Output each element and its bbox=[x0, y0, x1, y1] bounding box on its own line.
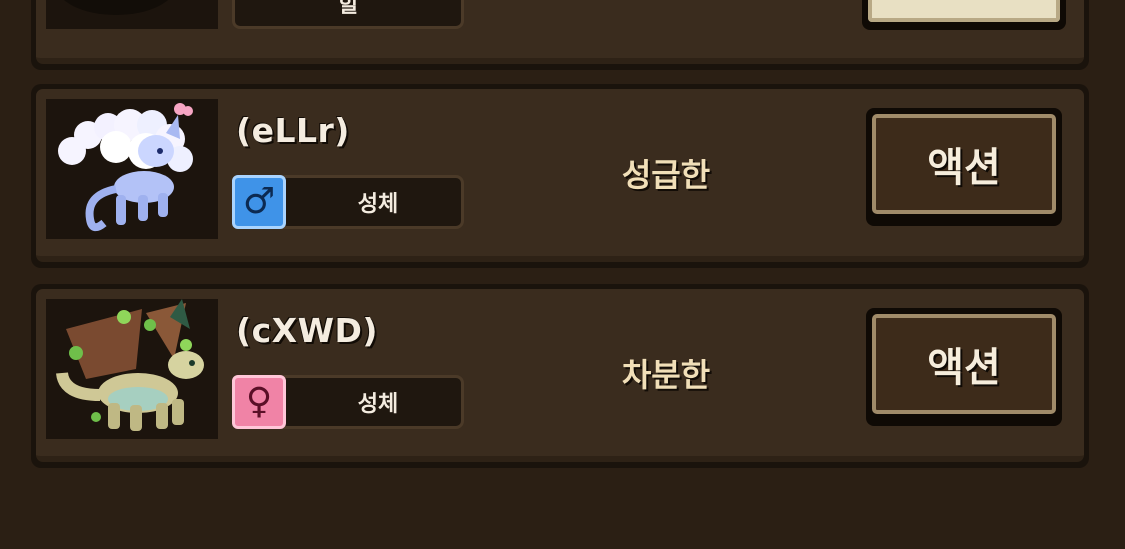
creature-portrait bbox=[46, 299, 218, 439]
personality-label: 성급한 bbox=[621, 155, 711, 194]
gender-glyph: ♀ bbox=[245, 381, 273, 422]
creature-portrait bbox=[46, 99, 218, 239]
trait-label: 힐 bbox=[337, 0, 359, 18]
top-action-button[interactable] bbox=[862, 0, 1066, 30]
cloud-cat-creature-icon bbox=[58, 103, 193, 232]
action-button-label: 액션 bbox=[872, 314, 1056, 414]
forest-dragon-creature-icon bbox=[56, 299, 204, 431]
personality-label: 차분한 bbox=[621, 355, 711, 394]
creature-name: (eLLr) bbox=[236, 111, 350, 150]
trait-box: ♂ 성체 bbox=[232, 175, 464, 229]
female-symbol-icon: ♀ bbox=[232, 375, 286, 429]
trait-box: ♀ 성체 bbox=[232, 375, 464, 429]
action-button-label: 액션 bbox=[872, 114, 1056, 214]
action-button[interactable]: 액션 bbox=[866, 308, 1062, 426]
trait-label: 성체 bbox=[357, 192, 399, 217]
action-button[interactable]: 액션 bbox=[866, 108, 1062, 226]
creature-name: (cXWD) bbox=[236, 311, 378, 350]
male-symbol-icon: ♂ bbox=[232, 175, 286, 229]
creature-card: (eLLr) ♂ 성체 성급한 액션 bbox=[31, 84, 1089, 268]
trait-label: 성체 bbox=[357, 392, 399, 417]
gender-glyph: ♂ bbox=[242, 181, 276, 222]
creature-portrait bbox=[46, 0, 218, 29]
trait-box: 힐 bbox=[232, 0, 464, 29]
creature-card: (cXWD) ♀ 성체 차분한 액션 bbox=[31, 284, 1089, 468]
